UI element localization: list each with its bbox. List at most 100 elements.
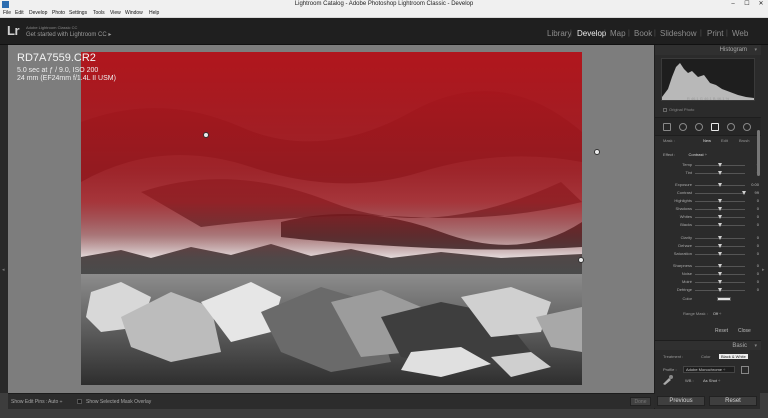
slider-value[interactable]: 0.00: [751, 182, 759, 187]
menu-settings[interactable]: Settings: [69, 10, 87, 16]
wb-select[interactable]: As Shot ÷: [701, 378, 741, 385]
slider-value[interactable]: 0: [757, 251, 759, 256]
slider-knob[interactable]: [718, 199, 722, 203]
module-map[interactable]: Map: [610, 29, 626, 38]
mask-new-button[interactable]: New: [703, 138, 711, 143]
module-book[interactable]: Book: [634, 29, 652, 38]
collapse-triangle-icon[interactable]: ▾: [754, 343, 757, 349]
slider-row: Saturation 0: [655, 251, 761, 258]
color-swatch[interactable]: [717, 297, 731, 301]
basic-panel-header[interactable]: Basic ▾: [655, 340, 761, 350]
slider-knob[interactable]: [718, 244, 722, 248]
module-web[interactable]: Web: [732, 29, 748, 38]
menu-help[interactable]: Help: [149, 10, 159, 16]
crop-tool-icon[interactable]: [663, 123, 671, 131]
mask-edit-button[interactable]: Edit: [721, 138, 728, 143]
reset-button[interactable]: Reset: [709, 396, 757, 406]
profile-select[interactable]: Adobe Monochrome ÷: [683, 366, 735, 373]
mask-overlay-checkbox[interactable]: [77, 399, 82, 404]
module-print[interactable]: Print: [707, 29, 723, 38]
maximize-button[interactable]: ☐: [740, 0, 754, 9]
menu-window[interactable]: Window: [125, 10, 143, 16]
identity-subtitle: Adobe Lightroom Classic CC: [26, 25, 78, 30]
mask-close-button[interactable]: Close: [738, 328, 751, 335]
close-window-button[interactable]: ✕: [754, 0, 768, 9]
left-panel-collapsed[interactable]: ◂: [0, 45, 8, 393]
slider-value[interactable]: 0: [757, 235, 759, 240]
slider-knob[interactable]: [741, 191, 746, 195]
done-button[interactable]: Done: [630, 397, 651, 406]
collapse-right-panel-icon[interactable]: ▸: [762, 267, 765, 273]
slider-value[interactable]: 99: [755, 190, 759, 195]
slider-value[interactable]: 0: [757, 214, 759, 219]
edit-pins-select[interactable]: Auto ÷: [48, 399, 62, 405]
slider-knob[interactable]: [718, 163, 722, 167]
slider-label: Moiré: [681, 279, 692, 284]
module-library[interactable]: Library: [547, 29, 571, 38]
mask-edit-pin[interactable]: [594, 149, 600, 155]
original-photo-checkbox[interactable]: [663, 107, 667, 112]
slider-value[interactable]: 0: [757, 287, 759, 292]
slider-knob[interactable]: [718, 223, 722, 227]
histogram-panel-header[interactable]: Histogram ▾: [655, 45, 761, 55]
slider-value[interactable]: 0: [757, 206, 759, 211]
slider-knob[interactable]: [718, 264, 722, 268]
menu-edit[interactable]: Edit: [15, 10, 24, 16]
slider-knob[interactable]: [718, 272, 722, 276]
slider-row: Tint0: [655, 170, 761, 177]
get-started-link[interactable]: Get started with Lightroom CC ▸: [26, 31, 111, 38]
slider-label: Tint: [685, 170, 692, 175]
profile-label: Profile :: [663, 367, 677, 372]
slider-track[interactable]: [695, 193, 745, 194]
slider-value[interactable]: 0: [757, 243, 759, 248]
right-panel-scrollbar[interactable]: [757, 130, 760, 176]
slider-value[interactable]: 0: [757, 279, 759, 284]
histogram-graph[interactable]: [661, 58, 755, 101]
slider-value[interactable]: 0: [757, 263, 759, 268]
original-photo-toggle[interactable]: Original Photo: [663, 107, 694, 112]
mask-brush-button[interactable]: Brush: [739, 138, 749, 143]
slider-row: Moiré 0: [655, 279, 761, 286]
mask-reset-button[interactable]: Reset: [715, 328, 728, 335]
slider-knob[interactable]: [718, 215, 722, 219]
effect-preset-row[interactable]: Effect : Contrast ÷: [663, 152, 707, 157]
image-canvas[interactable]: RD7A7559.CR2 5.0 sec at ƒ / 9.0, ISO 200…: [8, 45, 654, 393]
menu-tools[interactable]: Tools: [93, 10, 105, 16]
spot-removal-tool-icon[interactable]: [679, 123, 687, 131]
module-slideshow[interactable]: Slideshow: [660, 29, 696, 38]
previous-button[interactable]: Previous: [657, 396, 705, 406]
photo-preview[interactable]: [81, 52, 582, 385]
range-mask-select[interactable]: Off ÷: [713, 311, 722, 316]
slider-knob[interactable]: [718, 171, 722, 175]
menu-file[interactable]: File: [3, 10, 11, 16]
treatment-bw-option[interactable]: Black & White: [719, 354, 748, 359]
minimize-button[interactable]: –: [726, 0, 740, 9]
slider-knob[interactable]: [718, 252, 722, 256]
treatment-color-option[interactable]: Color: [701, 354, 711, 359]
adjustment-brush-tool-icon[interactable]: [743, 123, 751, 131]
slider-value[interactable]: 0: [757, 222, 759, 227]
slider-value[interactable]: 0: [757, 271, 759, 276]
slider-value[interactable]: 0: [757, 198, 759, 203]
mask-edit-pin[interactable]: [203, 132, 209, 138]
radial-filter-tool-icon[interactable]: [727, 123, 735, 131]
effect-preset-select[interactable]: Contrast ÷: [689, 152, 707, 157]
menu-view[interactable]: View: [110, 10, 121, 16]
slider-knob[interactable]: [718, 236, 722, 240]
right-panel-edge[interactable]: ▸: [760, 45, 768, 393]
slider-knob[interactable]: [718, 280, 722, 284]
slider-knob[interactable]: [718, 183, 722, 187]
graduated-filter-tool-icon[interactable]: [711, 123, 719, 131]
mask-edit-pin[interactable]: [578, 257, 584, 263]
slider-knob[interactable]: [718, 288, 722, 292]
slider-row: Whites 0: [655, 214, 761, 221]
red-eye-tool-icon[interactable]: [695, 123, 703, 131]
slider-knob[interactable]: [718, 207, 722, 211]
menu-develop[interactable]: Develop: [29, 10, 47, 16]
module-develop[interactable]: Develop: [577, 29, 606, 38]
profile-browser-grid-icon[interactable]: [741, 366, 749, 374]
menu-bar: File Edit Develop Photo Settings Tools V…: [0, 9, 768, 18]
expand-left-panel-icon[interactable]: ◂: [2, 267, 5, 273]
menu-photo[interactable]: Photo: [52, 10, 65, 16]
collapse-triangle-icon[interactable]: ▾: [754, 47, 757, 53]
